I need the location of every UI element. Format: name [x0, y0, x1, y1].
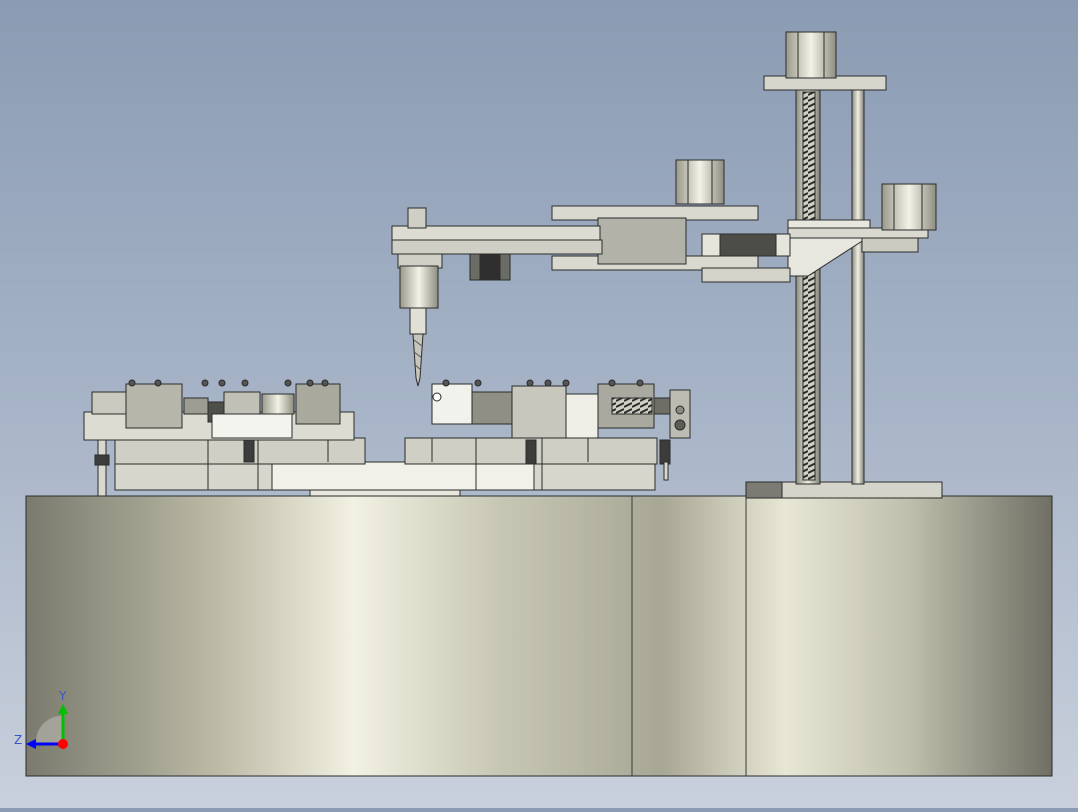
triad-x-axis — [58, 739, 68, 749]
cad-model-svg: Y Z — [14, 31, 1053, 777]
scara-arm — [391, 205, 791, 283]
rotary-fixture-table — [83, 379, 691, 497]
base-block — [25, 495, 1053, 777]
vertical-ballscrew-column — [745, 75, 943, 499]
cad-viewport[interactable]: Y Z — [0, 0, 1078, 808]
triad-z-label: Z — [14, 733, 22, 747]
triad-y-label: Y — [58, 689, 67, 703]
